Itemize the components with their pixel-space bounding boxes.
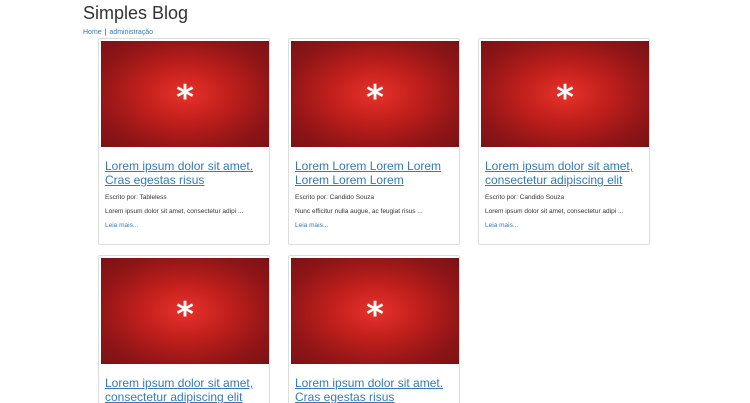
post-card: * Lorem ipsum dolor sit amet, consectetu… — [98, 255, 270, 403]
post-thumbnail[interactable]: * — [101, 258, 269, 364]
site-title: Simples Blog — [83, 3, 189, 23]
post-thumbnail[interactable]: * — [291, 258, 459, 364]
post-title-link[interactable]: Lorem ipsum dolor sit amet, consectetur … — [485, 159, 645, 187]
placeholder-asterisk-icon: * — [556, 78, 574, 118]
post-card: * Lorem ipsum dolor sit amet. Cras egest… — [98, 38, 270, 245]
read-more-link[interactable]: Leia mais... — [485, 222, 518, 230]
placeholder-asterisk-icon: * — [176, 295, 194, 335]
placeholder-asterisk-icon: * — [176, 78, 194, 118]
placeholder-asterisk-icon: * — [366, 295, 384, 335]
post-author: Escrito por: Candido Souza — [485, 194, 565, 201]
post-card: * Lorem ipsum dolor sit amet, consectetu… — [478, 38, 650, 245]
nav-separator: | — [104, 29, 107, 36]
read-more-link[interactable]: Leia mais... — [295, 222, 328, 230]
nav-admin-link[interactable]: administração — [109, 29, 153, 36]
blog-page: Simples Blog Home | administração * Lore… — [0, 0, 750, 403]
post-author: Escrito por: Tableless — [105, 194, 167, 201]
post-excerpt: Lorem ipsum dolor sit amet, consectetur … — [485, 208, 624, 215]
post-title-link[interactable]: Lorem ipsum dolor sit amet. Cras egestas… — [295, 376, 455, 403]
post-thumbnail[interactable]: * — [481, 41, 649, 147]
post-thumbnail[interactable]: * — [101, 41, 269, 147]
post-title-link[interactable]: Lorem ipsum dolor sit amet. Cras egestas… — [105, 159, 265, 187]
read-more-link[interactable]: Leia mais... — [105, 222, 138, 230]
post-title-link[interactable]: Lorem ipsum dolor sit amet, consectetur … — [105, 376, 265, 403]
post-author: Escrito por: Candido Souza — [295, 194, 375, 201]
post-card: * Lorem ipsum dolor sit amet. Cras egest… — [288, 255, 460, 403]
post-thumbnail[interactable]: * — [291, 41, 459, 147]
post-title-link[interactable]: Lorem Lorem Lorem Lorem Lorem Lorem Lore… — [295, 159, 455, 187]
post-excerpt: Lorem ipsum dolor sit amet, consectetur … — [105, 208, 244, 215]
post-card: * Lorem Lorem Lorem Lorem Lorem Lorem Lo… — [288, 38, 460, 245]
nav-home-link[interactable]: Home — [83, 29, 102, 36]
post-excerpt: Nunc efficitur nulla augue, ac feugiat r… — [295, 208, 423, 215]
placeholder-asterisk-icon: * — [366, 78, 384, 118]
top-nav: Home | administração — [83, 28, 153, 37]
